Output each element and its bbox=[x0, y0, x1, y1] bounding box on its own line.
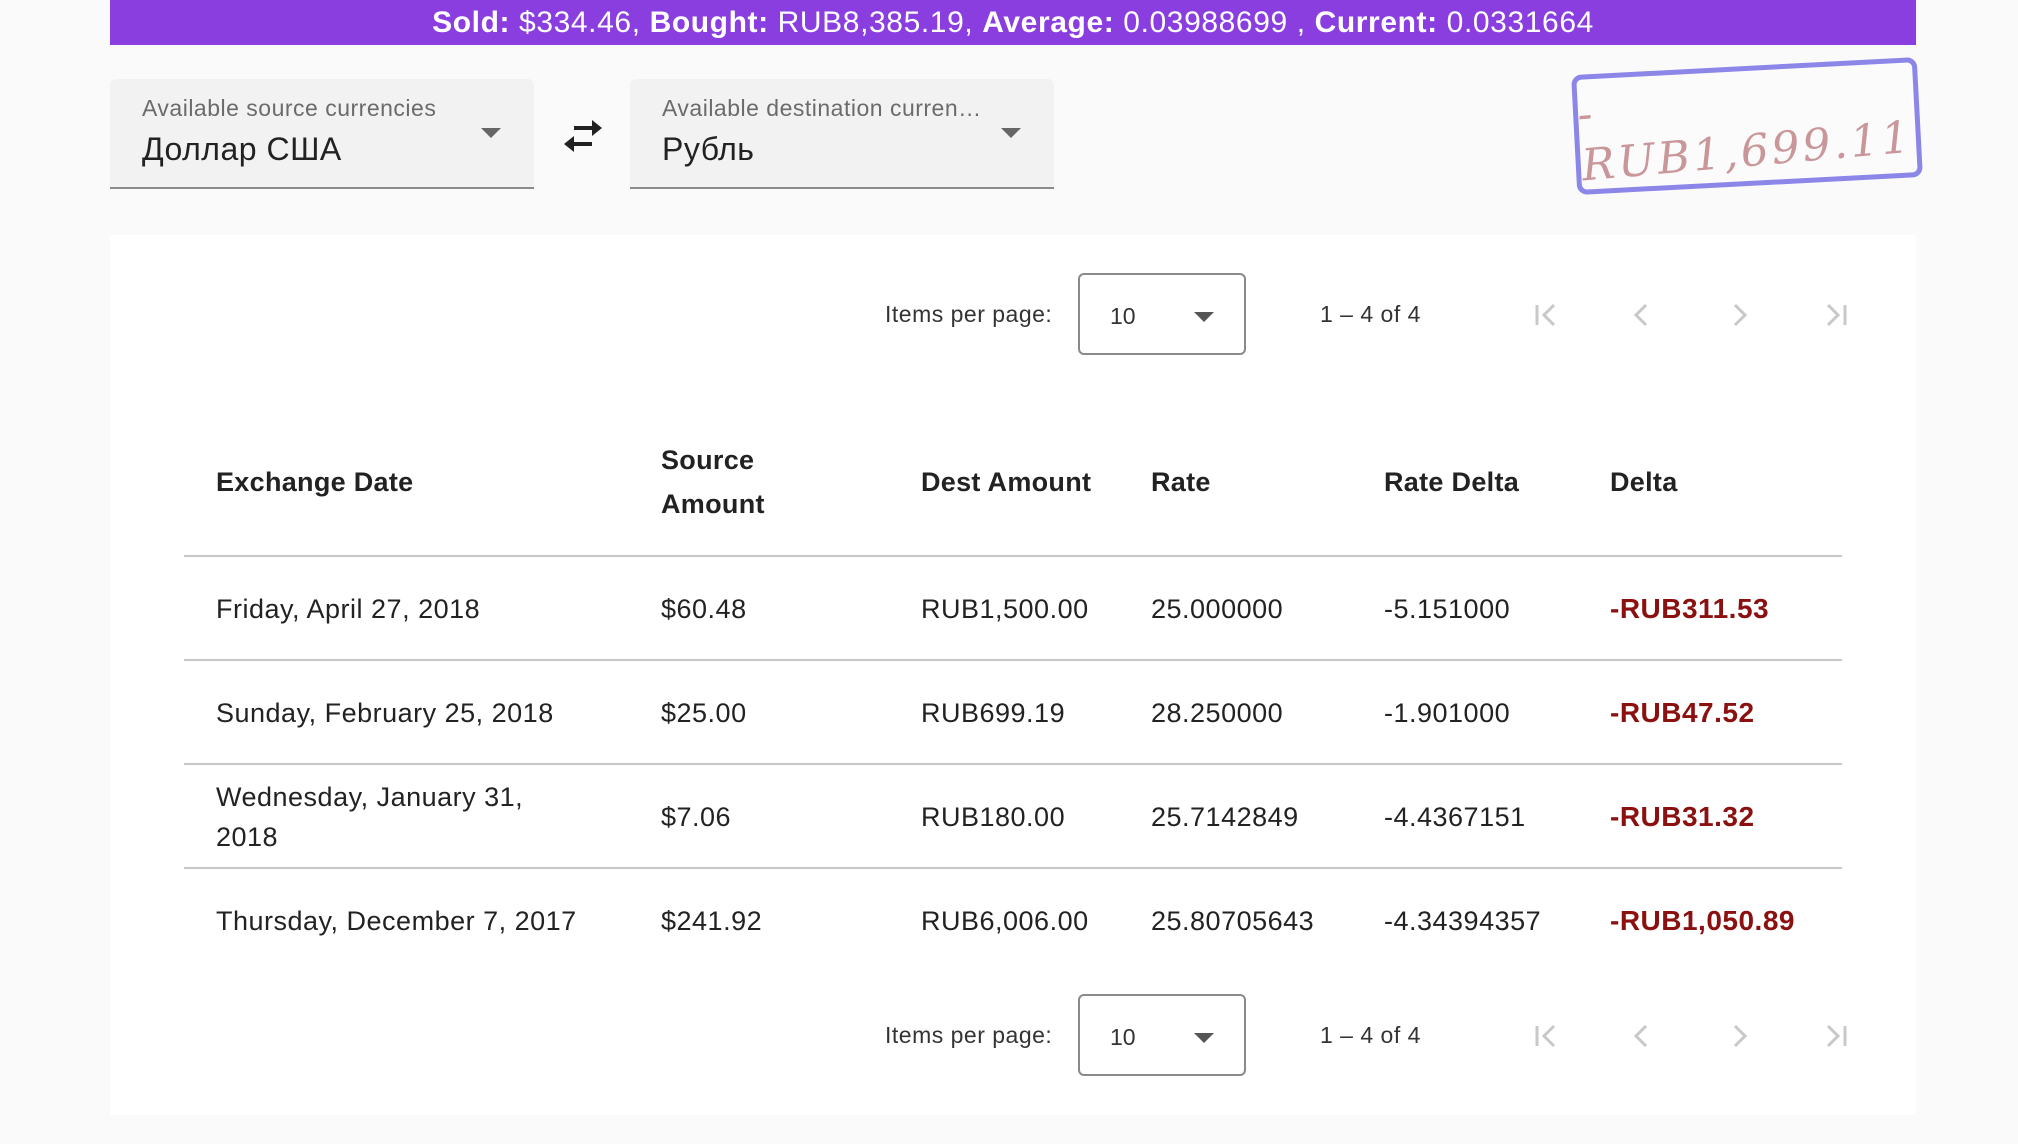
items-per-page-label: Items per page: bbox=[885, 301, 1053, 327]
cell-source-amount: $241.92 bbox=[661, 906, 763, 936]
header-exchange-date[interactable]: Exchange Date bbox=[216, 407, 616, 557]
cell-delta: -RUB311.53 bbox=[1610, 593, 1770, 624]
page-range-label: 1 – 4 of 4 bbox=[1320, 1022, 1421, 1048]
swap-horiz-icon[interactable] bbox=[562, 118, 604, 154]
table-row: Sunday, February 25, 2018 $25.00 RUB699.… bbox=[184, 661, 1842, 765]
items-per-page-select[interactable]: 10 bbox=[1078, 273, 1246, 355]
table-row: Thursday, December 7, 2017 $241.92 RUB6,… bbox=[184, 869, 1842, 973]
first-page-icon bbox=[1535, 303, 1556, 327]
header-delta[interactable]: Delta bbox=[1610, 407, 1810, 557]
previous-page-button[interactable] bbox=[1622, 1016, 1662, 1056]
header-rate[interactable]: Rate bbox=[1151, 407, 1351, 557]
chevron-left-icon bbox=[1633, 1024, 1648, 1048]
dropdown-arrow-icon bbox=[1001, 128, 1021, 138]
paginator-top: Items per page: 10 1 – 4 of 4 bbox=[110, 273, 1916, 357]
cell-dest-amount: RUB180.00 bbox=[921, 802, 1066, 832]
cell-rate-delta: -4.4367151 bbox=[1384, 802, 1526, 832]
header-rate-delta[interactable]: Rate Delta bbox=[1384, 407, 1584, 557]
cell-exchange-date: Sunday, February 25, 2018 bbox=[216, 698, 554, 728]
bought-label: Bought: bbox=[649, 5, 769, 39]
page-range-label: 1 – 4 of 4 bbox=[1320, 301, 1421, 327]
cell-rate-delta: -5.151000 bbox=[1384, 594, 1511, 624]
cell-rate: 28.250000 bbox=[1151, 698, 1284, 728]
header-source-amount[interactable]: Source Amount bbox=[661, 407, 831, 557]
last-page-button[interactable] bbox=[1816, 295, 1856, 335]
transactions-card: Items per page: 10 1 – 4 of 4 Exchange D bbox=[110, 235, 1916, 1115]
cell-rate-delta: -4.34394357 bbox=[1384, 906, 1542, 936]
dropdown-arrow-icon bbox=[481, 128, 501, 138]
items-per-page-label: Items per page: bbox=[885, 1022, 1053, 1048]
previous-page-button[interactable] bbox=[1622, 295, 1662, 335]
cell-delta: -RUB31.32 bbox=[1610, 801, 1755, 832]
bought-value: RUB8,385.19, bbox=[777, 5, 974, 39]
cell-rate: 25.000000 bbox=[1151, 594, 1284, 624]
cell-exchange-date: Thursday, December 7, 2017 bbox=[216, 906, 577, 936]
next-page-button[interactable] bbox=[1719, 1016, 1759, 1056]
paginator-bottom: Items per page: 10 1 – 4 of 4 bbox=[110, 994, 1916, 1078]
table-row: Wednesday, January 31, 2018 $7.06 RUB180… bbox=[184, 765, 1842, 869]
source-currency-value: Доллар США bbox=[142, 131, 342, 167]
cell-source-amount: $7.06 bbox=[661, 802, 732, 832]
first-page-button[interactable] bbox=[1526, 1016, 1566, 1056]
cell-exchange-date: Friday, April 27, 2018 bbox=[216, 594, 481, 624]
cell-rate: 25.80705643 bbox=[1151, 906, 1315, 936]
cell-delta: -RUB1,050.89 bbox=[1610, 905, 1795, 936]
cell-dest-amount: RUB1,500.00 bbox=[921, 594, 1089, 624]
app-root: Sold: $334.46, Bought: RUB8,385.19, Aver… bbox=[0, 0, 2018, 1144]
summary-banner: Sold: $334.46, Bought: RUB8,385.19, Aver… bbox=[110, 0, 1916, 45]
dropdown-arrow-icon bbox=[1194, 312, 1214, 322]
sold-label: Sold: bbox=[432, 5, 511, 39]
cell-source-amount: $25.00 bbox=[661, 698, 747, 728]
first-page-button[interactable] bbox=[1526, 295, 1566, 335]
cell-exchange-date: Wednesday, January 31, 2018 bbox=[216, 782, 524, 852]
chevron-right-icon bbox=[1733, 1024, 1748, 1048]
items-per-page-select[interactable]: 10 bbox=[1078, 994, 1246, 1076]
cell-dest-amount: RUB699.19 bbox=[921, 698, 1066, 728]
total-delta-stamp: -RUB1,699.11 bbox=[1571, 57, 1923, 195]
average-label: Average: bbox=[982, 5, 1115, 39]
first-page-icon bbox=[1535, 1024, 1556, 1048]
destination-currency-select[interactable]: Available destination currencies Рубль bbox=[630, 79, 1054, 189]
sold-value: $334.46, bbox=[519, 5, 641, 39]
table-header-row: Exchange Date Source Amount Dest Amount … bbox=[184, 407, 1842, 557]
cell-delta: -RUB47.52 bbox=[1610, 697, 1755, 728]
average-value: 0.03988699 , bbox=[1123, 5, 1306, 39]
current-value: 0.0331664 bbox=[1446, 5, 1594, 39]
dropdown-arrow-icon bbox=[1194, 1033, 1214, 1043]
table-row: Friday, April 27, 2018 $60.48 RUB1,500.0… bbox=[184, 557, 1842, 661]
transactions-table: Exchange Date Source Amount Dest Amount … bbox=[184, 407, 1842, 973]
cell-source-amount: $60.48 bbox=[661, 594, 747, 624]
destination-currency-label: Available destination currencies bbox=[662, 95, 992, 121]
cell-rate: 25.7142849 bbox=[1151, 802, 1299, 832]
items-per-page-value: 10 bbox=[1110, 1024, 1136, 1050]
cell-dest-amount: RUB6,006.00 bbox=[921, 906, 1089, 936]
chevron-left-icon bbox=[1633, 303, 1648, 327]
last-page-button[interactable] bbox=[1816, 1016, 1856, 1056]
source-currency-label: Available source currencies bbox=[142, 95, 437, 121]
stamp-text: -RUB1,699.11 bbox=[1575, 88, 1915, 192]
chevron-right-icon bbox=[1733, 303, 1748, 327]
cell-rate-delta: -1.901000 bbox=[1384, 698, 1511, 728]
destination-currency-value: Рубль bbox=[662, 131, 755, 167]
last-page-icon bbox=[1826, 303, 1847, 327]
next-page-button[interactable] bbox=[1719, 295, 1759, 335]
header-dest-amount[interactable]: Dest Amount bbox=[921, 407, 1141, 557]
items-per-page-value: 10 bbox=[1110, 303, 1136, 329]
last-page-icon bbox=[1826, 1024, 1847, 1048]
source-currency-select[interactable]: Available source currencies Доллар США bbox=[110, 79, 534, 189]
current-label: Current: bbox=[1314, 5, 1438, 39]
